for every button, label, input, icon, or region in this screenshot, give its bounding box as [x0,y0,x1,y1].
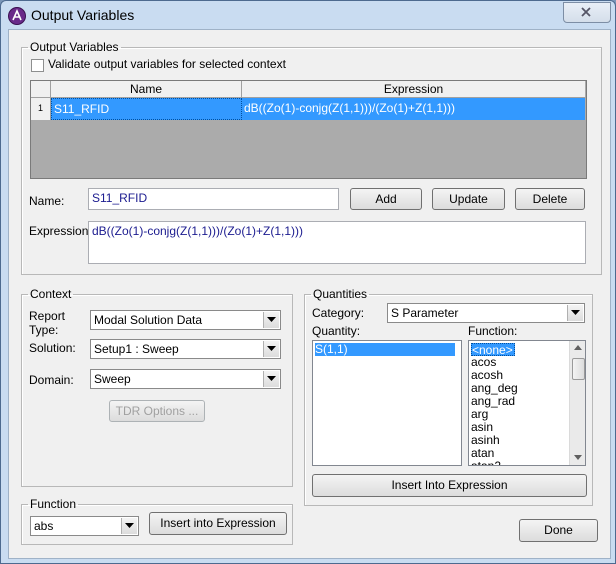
app-logo-icon [8,7,26,25]
chevron-down-icon [121,518,137,534]
function-insert-button[interactable]: Insert into Expression [149,512,287,535]
title-bar[interactable]: Output Variables [1,1,615,29]
report-type-dropdown[interactable]: Modal Solution Data [90,310,281,330]
quantity-label: Quantity: [312,324,361,338]
tdr-options-button[interactable]: TDR Options ... [109,400,205,422]
expression-label: Expression: [29,224,92,238]
dialog-body: Output Variables Validate output variabl… [8,29,611,559]
scroll-up-icon[interactable] [574,345,582,350]
report-type-value: Modal Solution Data [94,313,203,327]
function-value: abs [34,519,54,533]
insert-into-expression-button[interactable]: Insert Into Expression [312,474,587,497]
quantities-legend: Quantities [313,287,368,301]
function-legend: Function [30,497,77,511]
name-label: Name: [29,194,65,208]
list-item[interactable]: atan2 [471,460,501,466]
name-input[interactable]: S11_RFID [88,188,339,210]
chevron-down-icon [263,312,279,328]
done-button[interactable]: Done [519,519,598,542]
chevron-down-icon [263,371,279,387]
category-label: Category: [312,306,365,320]
column-header-expression[interactable]: Expression [242,81,585,98]
expression-input[interactable]: dB((Zo(1)-conjg(Z(1,1)))/(Zo(1)+Z(1,1))) [88,221,586,264]
domain-dropdown[interactable]: Sweep [90,369,281,389]
chevron-down-icon [263,341,279,357]
quantity-list[interactable]: S(1,1) [312,340,462,466]
close-button[interactable] [563,2,611,23]
function-dropdown[interactable]: abs [30,516,139,536]
table-cell-expression[interactable]: dB((Zo(1)-conjg(Z(1,1)))/(Zo(1)+Z(1,1))) [242,98,585,120]
function-list-scrollbar[interactable] [569,341,585,465]
list-item[interactable]: S(1,1) [315,343,455,356]
solution-dropdown[interactable]: Setup1 : Sweep [90,339,281,359]
update-button[interactable]: Update [432,188,505,210]
delete-button[interactable]: Delete [515,188,585,210]
output-variables-legend: Output Variables [30,40,119,54]
window-title: Output Variables [31,7,135,23]
table-cell-name[interactable]: S11_RFID [51,98,242,120]
category-dropdown[interactable]: S Parameter [387,303,585,323]
context-legend: Context [30,287,72,301]
report-type-label: Report Type: [29,309,66,337]
category-value: S Parameter [391,306,459,320]
chevron-down-icon [567,305,583,321]
variables-table[interactable]: Name Expression 1 S11_RFID dB((Zo(1)-con… [30,80,587,179]
row-header-corner [31,81,51,98]
scroll-down-icon[interactable] [574,455,582,460]
solution-value: Setup1 : Sweep [94,342,179,356]
solution-label: Solution: [29,341,76,355]
close-icon [581,7,591,17]
add-button[interactable]: Add [350,188,422,210]
function-list-label: Function: [468,324,518,338]
column-header-name[interactable]: Name [51,81,242,98]
output-variables-dialog: Output Variables Output Variables Valida… [0,0,616,564]
validate-checkbox[interactable] [31,59,44,72]
domain-value: Sweep [94,372,131,386]
function-list[interactable]: <none> acos acosh ang_deg ang_rad arg as… [468,340,586,466]
scroll-thumb[interactable] [572,358,585,380]
row-index[interactable]: 1 [31,98,51,120]
validate-label: Validate output variables for selected c… [48,57,286,71]
domain-label: Domain: [29,373,74,387]
